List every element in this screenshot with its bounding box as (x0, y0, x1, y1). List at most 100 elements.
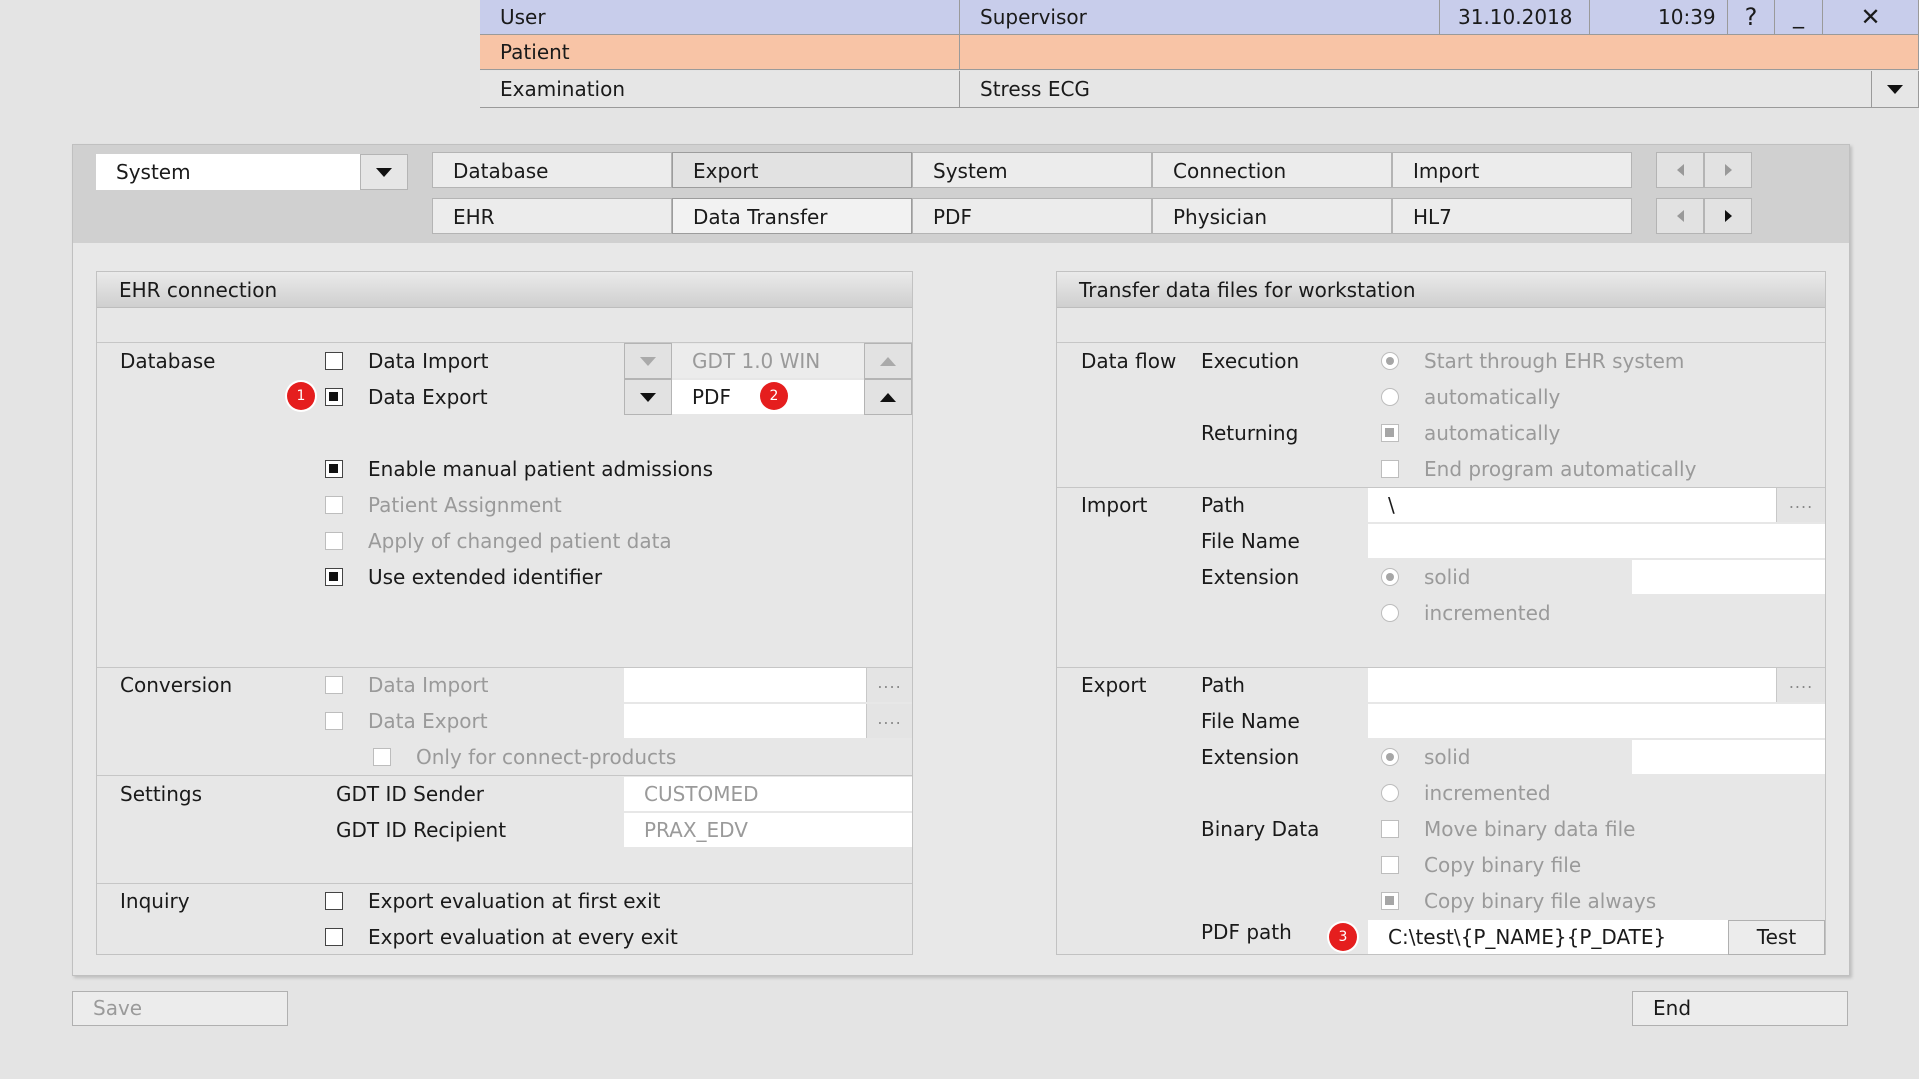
pdf-path-label: PDF path (1201, 920, 1292, 944)
data-export-checkbox[interactable] (325, 388, 343, 406)
user-value: Supervisor (960, 0, 1440, 35)
settings-section-label: Settings (120, 782, 203, 806)
conversion-data-import-checkbox[interactable] (325, 676, 343, 694)
export-file-name-field[interactable] (1368, 704, 1825, 738)
export-section-label: Export (1081, 673, 1147, 697)
export-incremented-label: incremented (1424, 781, 1551, 805)
export-incremented-radio[interactable] (1381, 784, 1399, 802)
tabs-row1-prev-icon[interactable] (1656, 152, 1704, 188)
returning-label: Returning (1201, 421, 1299, 445)
gdt-recipient-field[interactable]: PRAX_EDV (624, 813, 912, 847)
move-binary-checkbox[interactable] (1381, 820, 1399, 838)
only-connect-products-checkbox[interactable] (373, 748, 391, 766)
enable-manual-admissions-checkbox[interactable] (325, 460, 343, 478)
examination-dropdown-icon[interactable] (1872, 71, 1919, 108)
import-format-field[interactable]: GDT 1.0 WIN (672, 344, 864, 378)
export-extension-field[interactable] (1632, 740, 1825, 774)
export-first-exit-label: Export evaluation at first exit (368, 889, 661, 913)
tab-database[interactable]: Database (432, 152, 672, 188)
move-binary-label: Move binary data file (1424, 817, 1636, 841)
save-button[interactable]: Save (72, 991, 288, 1026)
conversion-import-browse-button[interactable]: .... (866, 668, 912, 702)
import-incremented-label: incremented (1424, 601, 1551, 625)
patient-assignment-checkbox[interactable] (325, 496, 343, 514)
badge-1: 1 (287, 382, 315, 410)
pdf-path-field[interactable]: C:\test\{P_NAME}{P_DATE} (1368, 920, 1728, 954)
export-path-browse-button[interactable]: .... (1776, 668, 1825, 702)
close-icon[interactable]: ✕ (1823, 0, 1919, 35)
export-solid-radio[interactable] (1381, 748, 1399, 766)
gdt-sender-field[interactable]: CUSTOMED (624, 777, 912, 811)
gdt-sender-label: GDT ID Sender (336, 782, 485, 806)
badge-3: 3 (1329, 923, 1357, 951)
tab-export[interactable]: Export (672, 152, 912, 188)
export-extension-label: Extension (1201, 745, 1300, 769)
data-import-label: Data Import (368, 349, 489, 373)
copy-binary-always-checkbox[interactable] (1381, 892, 1399, 910)
export-path-field[interactable] (1368, 668, 1776, 702)
end-button[interactable]: End (1632, 991, 1848, 1026)
import-path-label: Path (1201, 493, 1245, 517)
category-dropdown[interactable]: System (96, 154, 360, 190)
tab-ehr[interactable]: EHR (432, 198, 672, 234)
execution-automatically-radio[interactable] (1381, 388, 1399, 406)
conversion-data-export-checkbox[interactable] (325, 712, 343, 730)
conversion-export-browse-button[interactable]: .... (866, 704, 912, 738)
export-solid-label: solid (1424, 745, 1471, 769)
inquiry-section-label: Inquiry (120, 889, 190, 913)
import-solid-radio[interactable] (1381, 568, 1399, 586)
examination-value[interactable]: Stress ECG (960, 71, 1872, 108)
import-incremented-radio[interactable] (1381, 604, 1399, 622)
tab-connection[interactable]: Connection (1152, 152, 1392, 188)
conversion-export-path-field[interactable] (624, 704, 866, 738)
start-through-ehr-radio[interactable] (1381, 352, 1399, 370)
tab-physician[interactable]: Physician (1152, 198, 1392, 234)
import-path-browse-button[interactable]: .... (1776, 488, 1825, 522)
category-dropdown-arrow[interactable] (360, 154, 408, 190)
export-every-exit-checkbox[interactable] (325, 928, 343, 946)
patient-assignment-label: Patient Assignment (368, 493, 562, 517)
copy-binary-checkbox[interactable] (1381, 856, 1399, 874)
import-format-down-icon[interactable] (624, 343, 672, 379)
divider (97, 342, 912, 343)
apply-changed-data-checkbox[interactable] (325, 532, 343, 550)
use-extended-identifier-checkbox[interactable] (325, 568, 343, 586)
conversion-data-export-label: Data Export (368, 709, 488, 733)
test-button[interactable]: Test (1728, 920, 1825, 955)
divider (97, 775, 912, 776)
data-export-label: Data Export (368, 385, 488, 409)
export-format-down-icon[interactable] (624, 379, 672, 415)
tabs-row2-prev-icon[interactable] (1656, 198, 1704, 234)
minimize-icon[interactable]: _ (1775, 0, 1823, 35)
import-file-name-field[interactable] (1368, 524, 1825, 558)
data-import-checkbox[interactable] (325, 352, 343, 370)
patient-value[interactable] (960, 35, 1919, 70)
tab-import[interactable]: Import (1392, 152, 1632, 188)
returning-automatically-label: automatically (1424, 421, 1561, 445)
tab-hl7[interactable]: HL7 (1392, 198, 1632, 234)
tab-data-transfer[interactable]: Data Transfer (672, 198, 912, 234)
date-display: 31.10.2018 (1440, 0, 1590, 35)
export-format-up-icon[interactable] (864, 379, 912, 415)
patient-label: Patient (480, 35, 960, 70)
import-file-name-label: File Name (1201, 529, 1300, 553)
execution-label: Execution (1201, 349, 1300, 373)
binary-data-label: Binary Data (1201, 817, 1320, 841)
import-format-up-icon[interactable] (864, 343, 912, 379)
copy-binary-label: Copy binary file (1424, 853, 1582, 877)
conversion-import-path-field[interactable] (624, 668, 866, 702)
tab-pdf[interactable]: PDF (912, 198, 1152, 234)
returning-automatically-checkbox[interactable] (1381, 424, 1399, 442)
end-program-checkbox[interactable] (1381, 460, 1399, 478)
import-path-field[interactable]: \ (1368, 488, 1776, 522)
only-connect-products-label: Only for connect-products (416, 745, 677, 769)
import-extension-field[interactable] (1632, 560, 1825, 594)
execution-automatically-label: automatically (1424, 385, 1561, 409)
help-icon[interactable]: ? (1728, 0, 1775, 35)
apply-changed-data-label: Apply of changed patient data (368, 529, 672, 553)
export-first-exit-checkbox[interactable] (325, 892, 343, 910)
tab-system[interactable]: System (912, 152, 1152, 188)
tabs-row2-next-icon[interactable] (1704, 198, 1752, 234)
gdt-recipient-label: GDT ID Recipient (336, 818, 507, 842)
tabs-row1-next-icon[interactable] (1704, 152, 1752, 188)
